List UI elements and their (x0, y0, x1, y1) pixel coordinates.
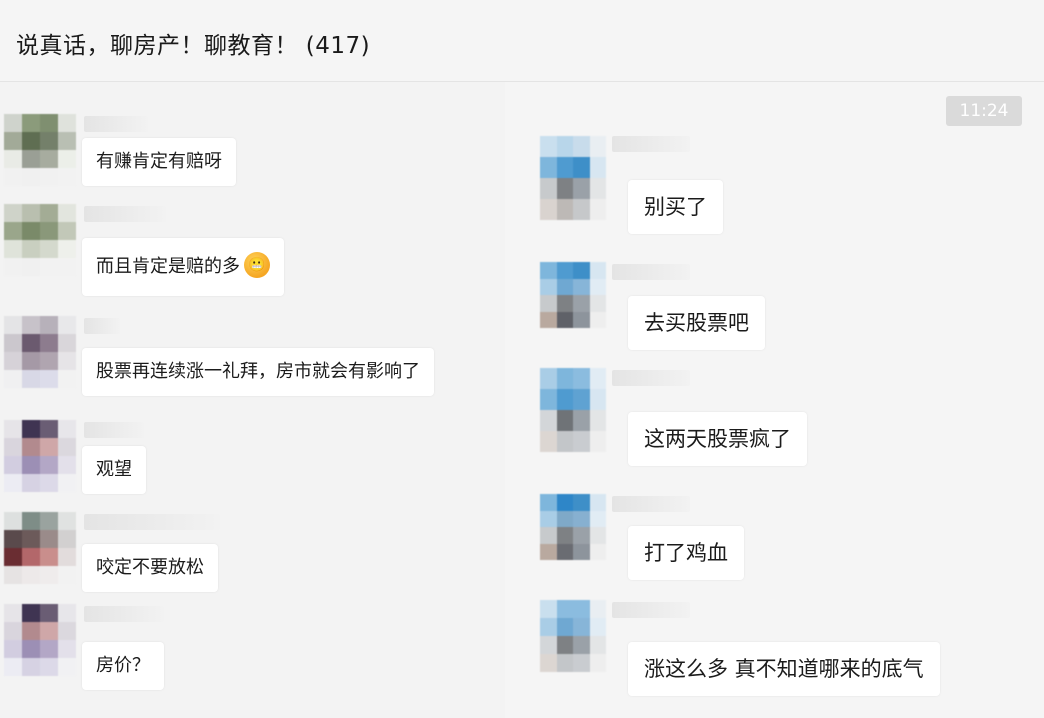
nickname-blurred (612, 370, 690, 386)
avatar[interactable] (540, 600, 606, 672)
avatar[interactable] (4, 512, 76, 584)
avatar[interactable] (4, 114, 76, 186)
nickname-blurred (84, 514, 220, 530)
avatar[interactable] (4, 604, 76, 676)
avatar[interactable] (4, 316, 76, 388)
message-bubble[interactable]: 观望 (82, 446, 146, 494)
avatar[interactable] (540, 368, 606, 452)
message-text: 而且肯定是赔的多 (96, 256, 240, 277)
message-bubble[interactable]: 咬定不要放松 (82, 544, 218, 592)
nickname-blurred (612, 264, 690, 280)
nickname-blurred (84, 116, 148, 132)
chat-title: 说真话，聊房产！聊教育！ (417) (16, 33, 371, 59)
avatar[interactable] (4, 204, 76, 276)
message-bubble[interactable]: 股票再连续涨一礼拜，房市就会有影响了 (82, 348, 434, 396)
avatar[interactable] (540, 262, 606, 328)
message-bubble[interactable]: 有赚肯定有赔呀 (82, 138, 236, 186)
grimacing-face-icon: 😬 (244, 252, 270, 278)
avatar[interactable] (4, 420, 76, 492)
avatar[interactable] (540, 494, 606, 560)
message-bubble[interactable]: 别买了 (628, 180, 723, 234)
nickname-blurred (612, 602, 690, 618)
message-bubble[interactable]: 涨这么多 真不知道哪来的底气 (628, 642, 940, 696)
nickname-blurred (612, 136, 690, 152)
time-badge: 11:24 (946, 96, 1022, 126)
nickname-blurred (84, 606, 164, 622)
message-bubble[interactable]: 而且肯定是赔的多 😬 (82, 238, 284, 296)
avatar[interactable] (540, 136, 606, 220)
nickname-blurred (612, 496, 690, 512)
chat-header: 说真话，聊房产！聊教育！ (417) (0, 0, 1044, 82)
nickname-blurred (84, 206, 166, 222)
message-bubble[interactable]: 这两天股票疯了 (628, 412, 807, 466)
message-bubble[interactable]: 打了鸡血 (628, 526, 744, 580)
message-bubble[interactable]: 房价？ (82, 642, 164, 690)
nickname-blurred (84, 318, 120, 334)
message-bubble[interactable]: 去买股票吧 (628, 296, 765, 350)
nickname-blurred (84, 422, 144, 438)
